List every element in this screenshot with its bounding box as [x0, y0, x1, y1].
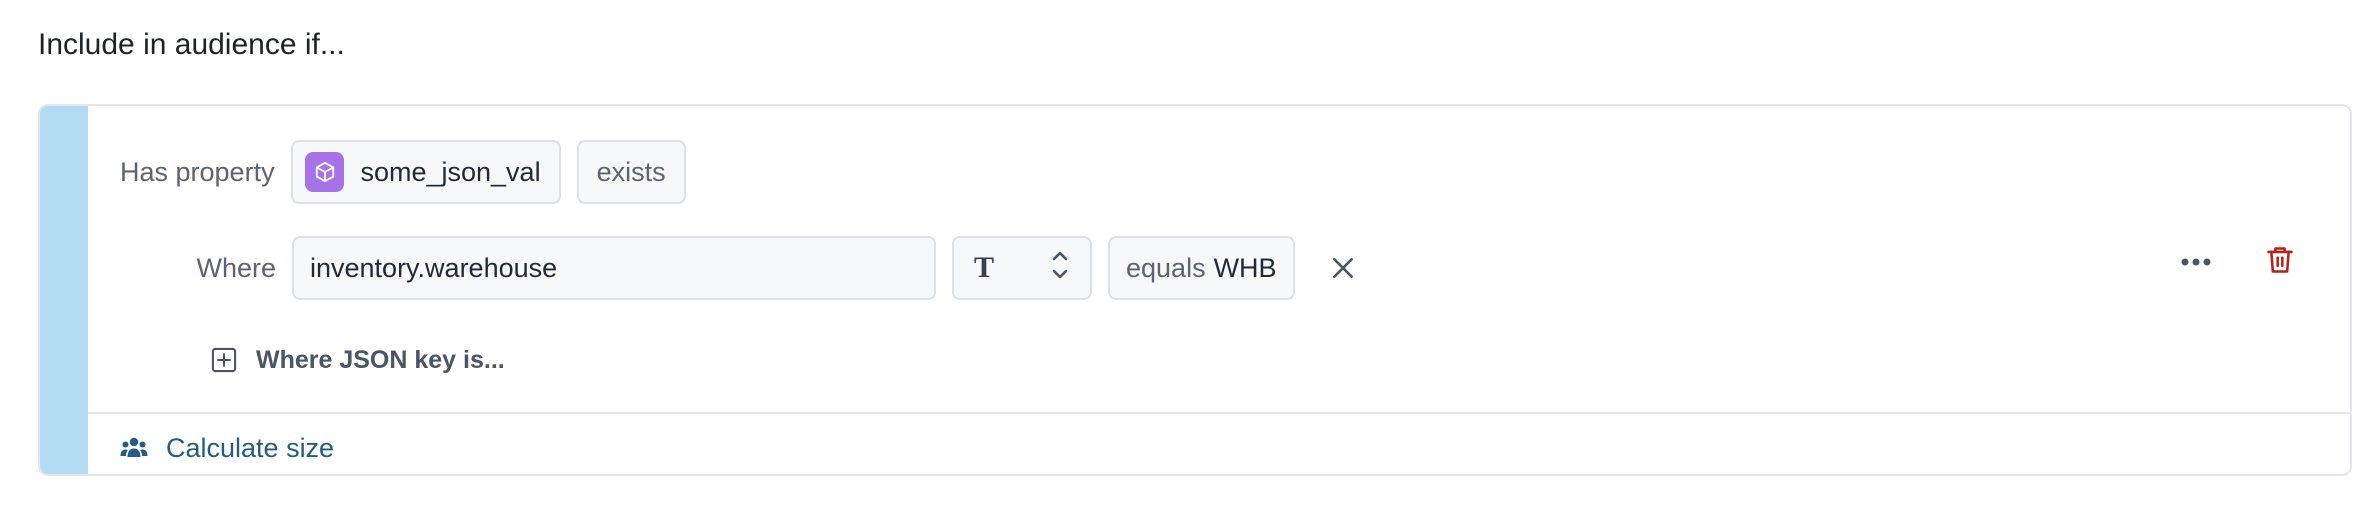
where-row: Where inventory.warehouse T equals WHB: [196, 236, 2350, 300]
where-label: Where: [196, 252, 276, 283]
calculate-size-label: Calculate size: [166, 432, 335, 463]
calculate-size-button[interactable]: Calculate size: [120, 418, 335, 474]
type-symbol: T: [974, 251, 995, 284]
cube-icon: [304, 152, 345, 192]
property-name: some_json_val: [360, 156, 541, 187]
add-json-key-button[interactable]: Where JSON key is...: [210, 340, 505, 380]
json-path-input[interactable]: inventory.warehouse: [292, 236, 936, 300]
has-property-label: Has property: [120, 156, 275, 187]
has-property-row: Has property some_json_val exists: [120, 140, 686, 204]
comparator-value: WHB: [1213, 252, 1277, 283]
close-icon[interactable]: [1325, 250, 1361, 286]
card-divider: [88, 412, 2350, 414]
section-heading: Include in audience if...: [38, 28, 345, 61]
add-json-key-label: Where JSON key is...: [256, 345, 505, 374]
type-selector[interactable]: T: [952, 236, 1092, 300]
condition-accent-bar: [40, 106, 88, 474]
property-selector[interactable]: some_json_val: [290, 140, 561, 204]
plus-square-icon: [210, 346, 238, 374]
operator-label: exists: [596, 156, 666, 187]
chevron-up-down-icon: [1050, 248, 1070, 289]
trash-icon[interactable]: [2260, 240, 2300, 280]
value-comparator[interactable]: equals WHB: [1108, 236, 1295, 300]
json-path-value: inventory.warehouse: [310, 252, 558, 283]
audience-condition-card: Has property some_json_val exists Where …: [38, 104, 2352, 476]
operator-selector[interactable]: exists: [576, 140, 686, 204]
people-group-icon: [120, 435, 148, 461]
more-options-icon[interactable]: [2176, 242, 2216, 282]
comparator-label: equals: [1126, 252, 1206, 283]
